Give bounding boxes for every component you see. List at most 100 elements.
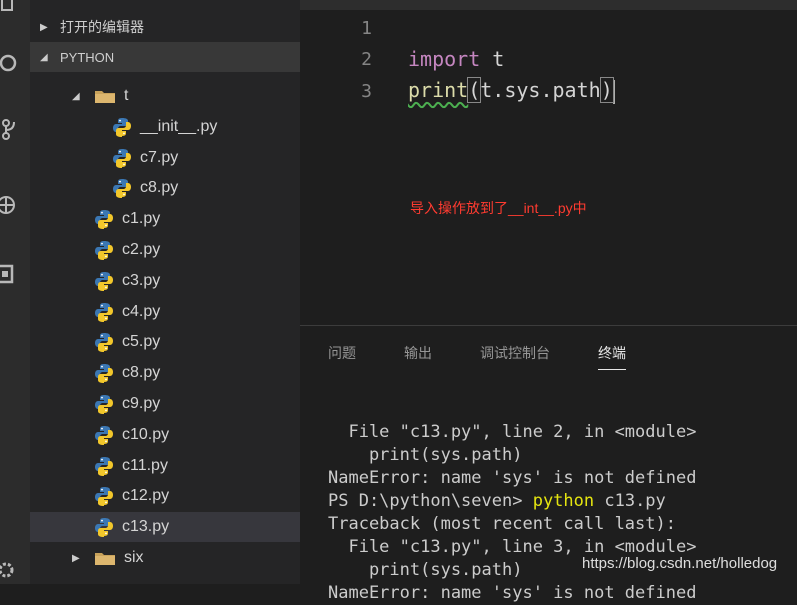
tree-item-label: c7.py (140, 149, 179, 166)
tree-item-label: __init__.py (140, 118, 218, 135)
settings-gear-icon[interactable] (0, 558, 22, 580)
tree-item-label: c4.py (122, 303, 161, 320)
terminal-line: File "c13.py", line 3, in <module> (328, 537, 697, 557)
function-token: print (408, 78, 469, 103)
tree-item-label: c8.py (140, 179, 179, 196)
tab-terminal[interactable]: 终端 (598, 338, 626, 370)
panel-tabs: 问题 输出 调试控制台 终端 (328, 338, 674, 370)
python-file-icon (113, 179, 131, 198)
terminal-line: File "c13.py", line 2, in <module> (328, 422, 697, 442)
terminal-line: print(sys.path) (328, 560, 523, 580)
tree-item-label: c11.py (122, 457, 168, 474)
text-cursor (612, 79, 615, 104)
python-file-icon (95, 395, 113, 414)
tree-file[interactable]: c3.py (30, 266, 300, 296)
keyword-token: import (408, 47, 481, 71)
tab-debug-console[interactable]: 调试控制台 (480, 338, 550, 368)
line-number: 2 (361, 48, 372, 70)
close-paren: ) (599, 77, 614, 104)
debug-icon[interactable] (0, 194, 22, 216)
tree-item-label: six (124, 549, 144, 566)
annotation-note: 导入操作放到了__int__.py中 (410, 200, 587, 216)
python-file-icon (95, 210, 113, 229)
terminal-output[interactable]: File "c13.py", line 2, in <module> print… (328, 398, 696, 605)
chevron-right-icon: ▶ (72, 552, 80, 564)
python-file-icon (95, 487, 113, 506)
chevron-down-icon: ◢ (40, 51, 48, 63)
tree-file[interactable]: c5.py (30, 327, 300, 357)
explorer-sidebar: ▶ 打开的编辑器 ◢ PYTHON ◢ t __init__.py c7.py c8.p… (30, 0, 300, 584)
terminal-line: NameError: name 'sys' is not defined (328, 583, 697, 603)
chevron-down-icon: ◢ (72, 90, 80, 102)
python-file-icon (95, 272, 113, 291)
tree-file[interactable]: c13.py (30, 512, 300, 542)
folder-icon (95, 91, 115, 103)
tree-item-label: c9.py (122, 395, 161, 412)
code-line[interactable]: 2 import t (300, 43, 797, 75)
tree-file[interactable]: c9.py (30, 389, 300, 419)
command-arg: c13.py (594, 491, 666, 511)
python-file-icon (95, 518, 113, 537)
watermark: https://blog.csdn.net/holledog (582, 555, 778, 572)
tree-item-label: t (124, 87, 129, 104)
tree-file[interactable]: c8.py (30, 358, 300, 388)
python-file-icon (113, 149, 131, 168)
tree-file[interactable]: c2.py (30, 235, 300, 265)
tree-item-label: c3.py (122, 272, 161, 289)
tree-file[interactable]: __init__.py (30, 112, 300, 142)
tree-item-label: c8.py (122, 364, 161, 381)
code-editor[interactable]: 1 2 import t 3 print(t.sys.path) 导入操作放到了… (300, 0, 797, 325)
tree-file[interactable]: c7.py (30, 143, 300, 173)
terminal-line: NameError: name 'sys' is not defined (328, 468, 697, 488)
tab-output[interactable]: 输出 (404, 338, 432, 368)
code-line[interactable]: 1 (300, 12, 797, 44)
tree-file[interactable]: c11.py (30, 451, 300, 481)
tree-file[interactable]: c4.py (30, 297, 300, 327)
command-text: python (532, 491, 595, 511)
bottom-panel: 问题 输出 调试控制台 终端 File "c13.py", line 2, in… (300, 325, 797, 603)
python-file-icon (95, 457, 113, 476)
terminal-line: Traceback (most recent call last): (328, 514, 676, 534)
tree-item-label: c12.py (122, 487, 170, 504)
python-file-icon (95, 426, 113, 445)
project-label: PYTHON (60, 49, 115, 65)
terminal-prompt: PS D:\python\seven> python c13.py (328, 491, 666, 511)
python-file-icon (95, 364, 113, 383)
source-control-icon[interactable] (0, 118, 22, 140)
argument-token: t.sys.path (480, 78, 601, 103)
activity-bar (0, 0, 30, 584)
tree-file[interactable]: c10.py (30, 420, 300, 450)
line-number: 1 (361, 17, 372, 39)
search-icon[interactable] (0, 52, 22, 74)
tree-item-label: c5.py (122, 333, 161, 350)
line-number: 3 (361, 80, 372, 102)
tree-item-label: c13.py (122, 518, 170, 535)
tree-folder[interactable]: ▶ six (30, 543, 300, 573)
project-header[interactable]: ◢ PYTHON (30, 42, 300, 72)
tab-problems[interactable]: 问题 (328, 338, 356, 368)
tree-item-label: c1.py (122, 210, 161, 227)
code-line[interactable]: 3 print(t.sys.path) (300, 75, 797, 107)
code-text: print(t.sys.path) (408, 77, 615, 104)
module-token: t (480, 47, 505, 71)
extensions-icon[interactable] (0, 264, 22, 286)
tree-file[interactable]: c8.py (30, 173, 300, 203)
tree-item-label: c10.py (122, 426, 170, 443)
explorer-icon[interactable] (0, 0, 22, 22)
python-file-icon (113, 118, 131, 137)
python-file-icon (95, 333, 113, 352)
chevron-right-icon: ▶ (40, 21, 48, 33)
code-text: import t (408, 47, 504, 71)
open-editors-label: 打开的编辑器 (60, 19, 144, 35)
tree-folder[interactable]: ◢ t (30, 81, 300, 111)
tree-file[interactable]: c12.py (30, 481, 300, 511)
open-editors-header[interactable]: ▶ 打开的编辑器 (30, 12, 300, 42)
python-file-icon (95, 241, 113, 260)
folder-icon (95, 553, 115, 565)
tree-item-label: c2.py (122, 241, 161, 258)
tree-file[interactable]: c1.py (30, 204, 300, 234)
prompt-text: PS D:\python\seven> (328, 491, 533, 511)
python-file-icon (95, 303, 113, 322)
open-paren: ( (467, 77, 482, 104)
editor-tab-bar (300, 0, 797, 10)
